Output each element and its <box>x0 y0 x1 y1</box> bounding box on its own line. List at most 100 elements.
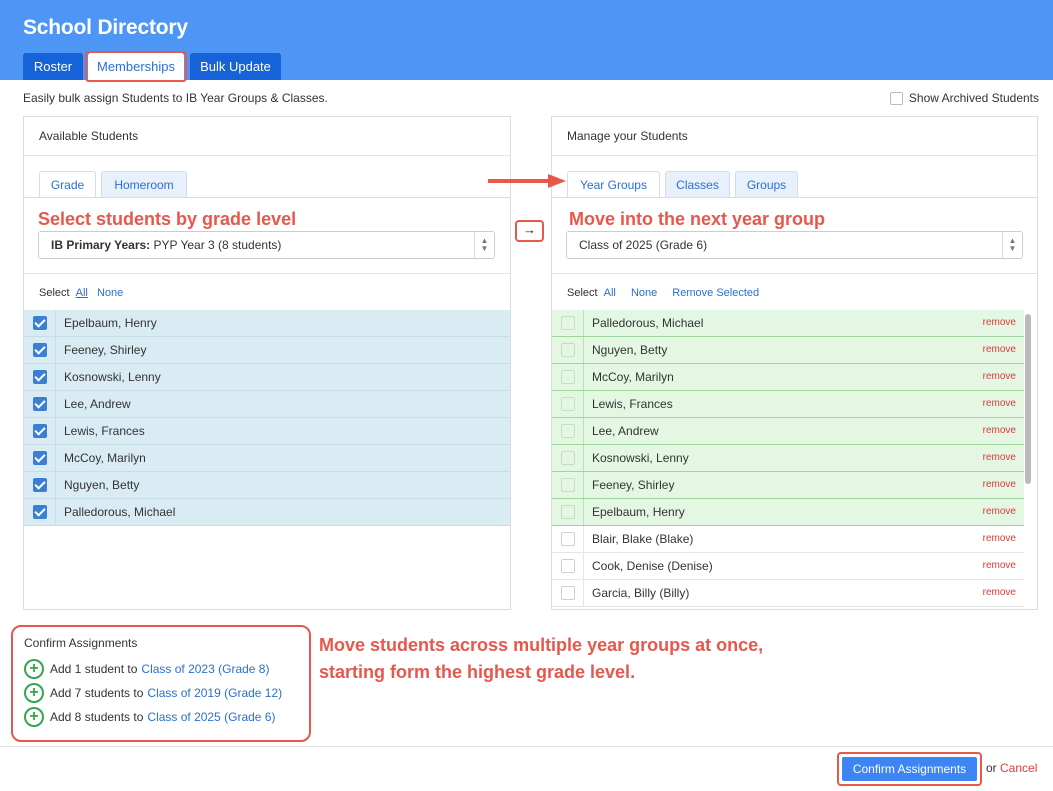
student-name: McCoy, Marilyn <box>64 451 146 465</box>
select-label: Select <box>39 287 70 299</box>
tab-grade[interactable]: Grade <box>39 171 96 198</box>
remove-link[interactable]: remove <box>983 580 1016 606</box>
list-item[interactable]: Lewis, Frances remove <box>552 391 1024 418</box>
assignment-target-link[interactable]: Class of 2025 (Grade 6) <box>147 710 275 724</box>
checkbox-checked[interactable] <box>33 397 47 411</box>
checkbox-checked[interactable] <box>33 343 47 357</box>
divider <box>24 155 510 156</box>
checkbox[interactable] <box>561 451 575 465</box>
list-item[interactable]: Lee, Andrew <box>24 391 510 418</box>
year-group-select[interactable]: Class of 2025 (Grade 6) ▲ ▼ <box>566 231 1023 259</box>
divider <box>24 197 510 198</box>
divider <box>583 445 584 471</box>
scrollbar[interactable] <box>1025 314 1031 484</box>
select-none-link[interactable]: None <box>631 287 657 299</box>
grade-select[interactable]: IB Primary Years: PYP Year 3 (8 students… <box>38 231 495 259</box>
checkbox[interactable] <box>561 586 575 600</box>
tab-roster[interactable]: Roster <box>23 53 83 80</box>
list-item[interactable]: Garcia, Billy (Billy) remove <box>552 580 1024 607</box>
divider <box>55 445 56 471</box>
select-all-link[interactable]: All <box>604 287 616 299</box>
tab-groups[interactable]: Groups <box>735 171 798 198</box>
list-item[interactable]: Kosnowski, Lenny remove <box>552 445 1024 472</box>
list-item[interactable]: Feeney, Shirley <box>24 337 510 364</box>
remove-selected-link[interactable]: Remove Selected <box>672 287 759 299</box>
checkbox-checked[interactable] <box>33 451 47 465</box>
checkbox[interactable] <box>561 316 575 330</box>
remove-link[interactable]: remove <box>983 499 1016 525</box>
assignment-item: + Add 7 students to Class of 2019 (Grade… <box>24 683 282 703</box>
checkbox[interactable] <box>561 532 575 546</box>
select-value: Class of 2025 (Grade 6) <box>579 238 708 252</box>
list-item[interactable]: Nguyen, Betty remove <box>552 337 1024 364</box>
checkbox-checked[interactable] <box>33 316 47 330</box>
list-item[interactable]: Palledorous, Michael <box>24 499 510 526</box>
divider <box>55 391 56 417</box>
select-all-link[interactable]: All <box>76 287 88 299</box>
manage-students-panel: Manage your Students Year Groups Classes… <box>551 116 1038 610</box>
annotation-select-by-grade: Select students by grade level <box>38 209 297 229</box>
checkbox[interactable] <box>561 397 575 411</box>
list-item[interactable]: Kosnowski, Lenny <box>24 364 510 391</box>
tab-classes[interactable]: Classes <box>665 171 730 198</box>
tab-homeroom[interactable]: Homeroom <box>101 171 187 198</box>
list-item[interactable]: Lee, Andrew remove <box>552 418 1024 445</box>
list-item[interactable]: Cook, Denise (Denise) remove <box>552 553 1024 580</box>
remove-link[interactable]: remove <box>983 364 1016 390</box>
checkbox[interactable] <box>561 343 575 357</box>
list-item[interactable]: Epelbaum, Henry remove <box>552 499 1024 526</box>
checkbox-checked[interactable] <box>33 424 47 438</box>
cancel-link[interactable]: Cancel <box>1000 761 1037 775</box>
checkbox[interactable] <box>561 559 575 573</box>
assignment-text: Add 8 students to <box>50 710 144 724</box>
checkbox-checked[interactable] <box>33 478 47 492</box>
student-name: Blair, Blake (Blake) <box>592 532 694 546</box>
remove-link[interactable]: remove <box>983 391 1016 417</box>
remove-link[interactable]: remove <box>983 418 1016 444</box>
checkbox[interactable] <box>561 424 575 438</box>
student-name: Epelbaum, Henry <box>592 505 685 519</box>
remove-link[interactable]: remove <box>983 472 1016 498</box>
remove-link[interactable]: remove <box>983 310 1016 336</box>
divider <box>55 337 56 363</box>
list-item[interactable]: Nguyen, Betty <box>24 472 510 499</box>
plus-circle-icon: + <box>24 683 44 703</box>
divider <box>55 472 56 498</box>
list-item[interactable]: Blair, Blake (Blake) remove <box>552 526 1024 553</box>
divider <box>583 418 584 444</box>
remove-link[interactable]: remove <box>983 526 1016 552</box>
assignment-target-link[interactable]: Class of 2019 (Grade 12) <box>147 686 282 700</box>
divider <box>0 746 1053 747</box>
checkbox[interactable] <box>561 370 575 384</box>
checkbox-checked[interactable] <box>33 505 47 519</box>
divider <box>583 553 584 579</box>
select-none-link[interactable]: None <box>97 287 123 299</box>
list-item[interactable]: Feeney, Shirley remove <box>552 472 1024 499</box>
confirm-assignments-button[interactable]: Confirm Assignments <box>837 752 982 786</box>
remove-link[interactable]: remove <box>983 337 1016 363</box>
checkbox[interactable] <box>561 505 575 519</box>
tab-year-groups[interactable]: Year Groups <box>567 171 660 198</box>
plus-circle-icon: + <box>24 707 44 727</box>
select-controls: Select All None Remove Selected <box>567 287 759 299</box>
list-item[interactable]: McCoy, Marilyn remove <box>552 364 1024 391</box>
checkbox-checked[interactable] <box>33 370 47 384</box>
student-name: Palledorous, Michael <box>64 505 176 519</box>
transfer-arrow-button[interactable]: → <box>515 220 544 242</box>
student-name: Cook, Denise (Denise) <box>592 559 713 573</box>
show-archived-checkbox[interactable] <box>889 91 903 105</box>
list-item[interactable]: McCoy, Marilyn <box>24 445 510 472</box>
remove-link[interactable]: remove <box>983 553 1016 579</box>
divider <box>55 310 56 336</box>
checkbox[interactable] <box>561 478 575 492</box>
list-item[interactable]: Palledorous, Michael remove <box>552 310 1024 337</box>
tab-memberships[interactable]: Memberships <box>88 53 184 80</box>
assignment-target-link[interactable]: Class of 2023 (Grade 8) <box>141 662 269 676</box>
list-item[interactable]: Epelbaum, Henry <box>24 310 510 337</box>
remove-link[interactable]: remove <box>983 445 1016 471</box>
show-archived-toggle[interactable]: Show Archived Students <box>889 91 1039 105</box>
divider <box>583 526 584 552</box>
available-students-list: Epelbaum, Henry Feeney, Shirley Kosnowsk… <box>24 310 510 526</box>
tab-bulk-update[interactable]: Bulk Update <box>190 53 281 80</box>
list-item[interactable]: Lewis, Frances <box>24 418 510 445</box>
